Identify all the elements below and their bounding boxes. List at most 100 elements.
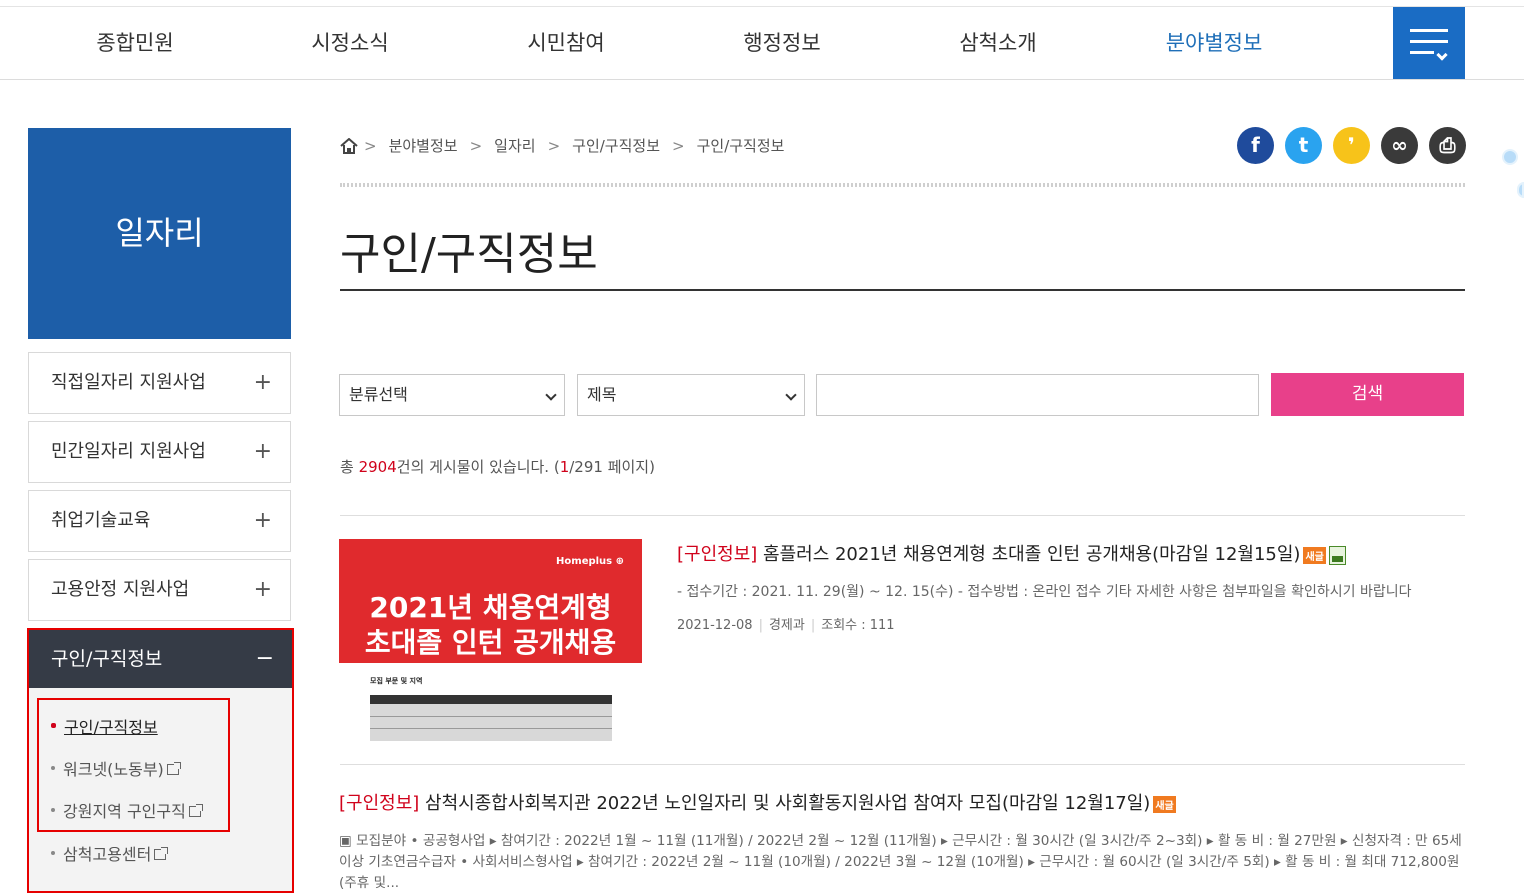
divider xyxy=(340,764,1465,765)
twitter-icon[interactable]: t xyxy=(1285,127,1322,164)
breadcrumb-item[interactable]: 분야별정보 xyxy=(389,135,458,156)
breadcrumb-item[interactable]: 구인/구직정보 xyxy=(697,135,785,156)
search-button[interactable]: 검색 xyxy=(1271,373,1464,416)
table-rule xyxy=(370,716,612,717)
submenu-label: 삼척고용센터 xyxy=(63,845,152,864)
search-input[interactable] xyxy=(816,374,1259,416)
divider xyxy=(340,515,1465,516)
home-icon[interactable] xyxy=(340,137,358,154)
submenu-worknet[interactable]: 워크넷(노동부) xyxy=(51,756,181,780)
sidebar-item-label: 고용안정 지원사업 xyxy=(51,579,190,600)
chevron-right-icon: > xyxy=(672,136,685,155)
external-link-icon xyxy=(154,847,169,860)
menu-button[interactable] xyxy=(1393,7,1465,79)
post-thumbnail[interactable]: Homeplus ⊕ 2021년 채용연계형 초대졸 인턴 공개채용 모집 부문… xyxy=(339,539,642,741)
post-tag: [구인정보] xyxy=(677,544,758,565)
submenu-label: 워크넷(노동부) xyxy=(63,760,164,779)
decorative-bubble xyxy=(1517,182,1524,198)
count-text: /291 페이지) xyxy=(569,458,655,476)
plus-icon: + xyxy=(253,577,272,602)
thumbnail-headline: 초대졸 인턴 공개채용 xyxy=(364,626,617,659)
thumbnail-small-text: 모집 부문 및 지역 xyxy=(370,677,423,685)
breadcrumb-item[interactable]: 구인/구직정보 xyxy=(572,135,660,156)
submenu-label: 강원지역 구인구직 xyxy=(63,802,186,821)
breadcrumb: > 분야별정보 > 일자리 > 구인/구직정보 > 구인/구직정보 xyxy=(340,135,784,156)
nav-item-about[interactable]: 삼척소개 xyxy=(923,7,1073,79)
top-navigation: 종합민원 시정소식 시민참여 행정정보 삼척소개 분야별정보 xyxy=(0,6,1524,80)
decorative-bubble xyxy=(1502,149,1518,165)
post-title-text: 홈플러스 2021년 채용연계형 초대졸 인턴 공개채용(마감일 12월15일) xyxy=(757,544,1301,565)
submenu-samcheok-center[interactable]: 삼척고용센터 xyxy=(51,841,169,865)
bullet-icon xyxy=(51,723,56,728)
table-rule xyxy=(370,728,612,729)
chevron-right-icon: > xyxy=(547,136,561,155)
breadcrumb-item[interactable]: 일자리 xyxy=(494,135,535,156)
divider xyxy=(340,289,1465,291)
submenu-label: 구인/구직정보 xyxy=(64,718,158,737)
minus-icon: − xyxy=(255,646,274,671)
thumbnail-headline: 2021년 채용연계형 xyxy=(369,591,612,624)
bullet-icon xyxy=(51,850,55,855)
print-icon[interactable]: ⎙ xyxy=(1429,127,1466,164)
link-icon[interactable]: ∞ xyxy=(1381,127,1418,164)
sidebar-active-group: 구인/구직정보 − 구인/구직정보 워크넷(노동부) 강원지역 구인구직 삼척고… xyxy=(27,628,294,893)
count-total: 2904 xyxy=(358,458,397,476)
new-badge: 새글 xyxy=(1303,546,1326,564)
chevron-right-icon: > xyxy=(469,136,483,155)
sidebar-item-employment-stability[interactable]: 고용안정 지원사업 + xyxy=(28,559,291,621)
sidebar-banner: 일자리 xyxy=(28,128,291,339)
select-value: 분류선택 xyxy=(349,385,408,404)
brand-logo: Homeplus ⊕ xyxy=(556,556,624,567)
post-tag: [구인정보] xyxy=(339,793,420,814)
count-page: 1 xyxy=(559,458,570,476)
post-description: - 접수기간 : 2021. 11. 29(월) ~ 12. 15(수) - 접… xyxy=(677,584,1412,600)
new-badge: 새글 xyxy=(1153,795,1176,813)
post-title-text: 삼척시종합사회복지관 2022년 노인일자리 및 사회활동지원사업 참여자 모집… xyxy=(419,793,1151,814)
submenu-gangwon-jobs[interactable]: 강원지역 구인구직 xyxy=(51,798,203,822)
attachment-icon[interactable] xyxy=(1328,545,1346,565)
post-title[interactable]: [구인정보] 삼척시종합사회복지관 2022년 노인일자리 및 사회활동지원사업… xyxy=(339,789,1176,815)
nav-item-civil[interactable]: 종합민원 xyxy=(60,7,210,79)
sidebar-item-label: 취업기술교육 xyxy=(51,510,151,531)
plus-icon: + xyxy=(253,508,272,533)
post-views: 조회수 : 111 xyxy=(821,618,895,633)
sidebar-item-direct-jobs[interactable]: 직접일자리 지원사업 + xyxy=(28,352,291,414)
post-count: 총 2904건의 게시물이 있습니다. (1/291 페이지) xyxy=(340,456,655,477)
sidebar-item-label: 직접일자리 지원사업 xyxy=(51,372,206,393)
sidebar-item-job-info[interactable]: 구인/구직정보 − xyxy=(29,630,292,688)
post-meta: 2021-12-08 | 경제과 | 조회수 : 111 xyxy=(677,614,895,633)
divider xyxy=(340,183,1465,187)
external-link-icon xyxy=(188,804,203,817)
menu-icon xyxy=(1410,29,1448,32)
sidebar-item-private-jobs[interactable]: 민간일자리 지원사업 + xyxy=(28,421,291,483)
bullet-icon xyxy=(51,807,55,812)
kakao-icon[interactable]: ❜ xyxy=(1333,127,1370,164)
post-description: (주휴 및... xyxy=(339,875,400,891)
post-date: 2021-12-08 xyxy=(677,618,753,633)
sidebar-item-training[interactable]: 취업기술교육 + xyxy=(28,490,291,552)
field-select[interactable]: 제목 xyxy=(577,374,805,416)
chevron-right-icon: > xyxy=(364,136,377,155)
nav-item-admin[interactable]: 행정정보 xyxy=(707,7,857,79)
post-description: ▣ 모집분야 • 공공형사업 ▸ 참여기간 : 2022년 1월 ~ 11월 (… xyxy=(339,833,1462,849)
nav-item-fields[interactable]: 분야별정보 xyxy=(1139,7,1289,79)
thumbnail-table xyxy=(370,695,612,741)
post-dept: 경제과 xyxy=(768,618,805,633)
menu-icon-arrow xyxy=(1436,49,1448,61)
submenu-job-info[interactable]: 구인/구직정보 xyxy=(51,714,158,738)
count-text: 총 xyxy=(340,458,359,476)
menu-icon-line xyxy=(1410,40,1448,43)
meta-separator: | xyxy=(810,618,816,633)
chevron-down-icon xyxy=(785,389,797,401)
bullet-icon xyxy=(51,765,55,770)
select-value: 제목 xyxy=(587,385,617,404)
facebook-icon[interactable]: f xyxy=(1237,127,1274,164)
external-link-icon xyxy=(166,762,181,775)
menu-icon-line xyxy=(1410,51,1434,54)
nav-item-participation[interactable]: 시민참여 xyxy=(491,7,641,79)
category-select[interactable]: 분류선택 xyxy=(339,374,565,416)
meta-separator: | xyxy=(758,618,763,633)
post-title[interactable]: [구인정보] 홈플러스 2021년 채용연계형 초대졸 인턴 공개채용(마감일 … xyxy=(677,540,1346,566)
nav-item-news[interactable]: 시정소식 xyxy=(275,7,425,79)
chevron-down-icon xyxy=(545,389,557,401)
